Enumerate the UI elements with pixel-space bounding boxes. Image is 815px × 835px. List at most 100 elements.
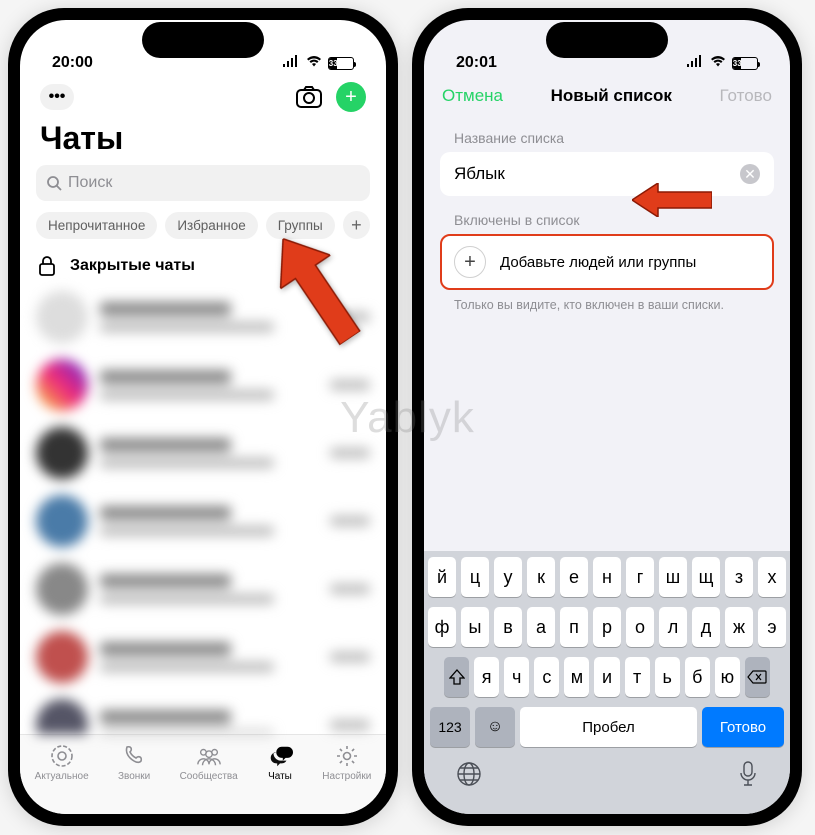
annotation-arrow xyxy=(632,183,712,222)
key[interactable]: м xyxy=(564,657,589,697)
phone-icon xyxy=(121,743,147,769)
done-button[interactable]: Готово xyxy=(719,86,772,106)
tab-communities[interactable]: Сообщества xyxy=(180,743,238,782)
search-icon xyxy=(46,175,62,191)
tab-calls[interactable]: Звонки xyxy=(118,743,150,782)
wifi-icon xyxy=(709,54,727,72)
key[interactable]: б xyxy=(685,657,710,697)
chip-favorites[interactable]: Избранное xyxy=(165,212,257,239)
key[interactable]: р xyxy=(593,607,621,647)
keyboard-footer xyxy=(428,753,786,810)
key[interactable]: й xyxy=(428,557,456,597)
emoji-icon: ☺ xyxy=(487,718,503,736)
plus-icon: + xyxy=(345,86,357,109)
key[interactable]: ш xyxy=(659,557,687,597)
key[interactable]: э xyxy=(758,607,786,647)
chip-unread[interactable]: Непрочитанное xyxy=(36,212,157,239)
modal-header: Отмена Новый список Готово xyxy=(424,76,790,114)
phone-frame-right: 20:01 33 Отмена Новый список Готово Назв… xyxy=(412,8,802,826)
key[interactable]: с xyxy=(534,657,559,697)
page-title: Чаты xyxy=(20,116,386,165)
cancel-button[interactable]: Отмена xyxy=(442,86,503,106)
key[interactable]: п xyxy=(560,607,588,647)
lock-icon xyxy=(36,256,58,276)
search-placeholder: Поиск xyxy=(68,174,112,192)
add-filter-button[interactable]: + xyxy=(343,211,370,239)
key[interactable]: а xyxy=(527,607,555,647)
phone-frame-left: 20:00 33 ••• + xyxy=(8,8,398,826)
updates-icon xyxy=(49,743,75,769)
key[interactable]: з xyxy=(725,557,753,597)
plus-circle-icon: + xyxy=(454,246,486,278)
camera-button[interactable] xyxy=(294,85,324,109)
new-chat-button[interactable]: + xyxy=(336,82,366,112)
status-icons: 33 xyxy=(282,54,354,72)
tab-settings[interactable]: Настройки xyxy=(322,743,371,782)
numbers-key[interactable]: 123 xyxy=(430,707,470,747)
shift-key[interactable] xyxy=(444,657,469,697)
key[interactable]: ж xyxy=(725,607,753,647)
chat-item[interactable] xyxy=(20,351,386,419)
key[interactable]: ф xyxy=(428,607,456,647)
keyboard-row-1: й ц у к е н г ш щ з х xyxy=(428,557,786,597)
tab-chats[interactable]: Чаты xyxy=(267,743,293,782)
key[interactable]: л xyxy=(659,607,687,647)
chat-item[interactable] xyxy=(20,623,386,691)
name-section-label: Название списка xyxy=(424,114,790,152)
chats-icon xyxy=(267,743,293,769)
mic-key[interactable] xyxy=(738,761,758,792)
key[interactable]: ч xyxy=(504,657,529,697)
chat-item[interactable] xyxy=(20,555,386,623)
key[interactable]: ь xyxy=(655,657,680,697)
key[interactable]: я xyxy=(474,657,499,697)
avatar xyxy=(36,359,88,411)
chat-item[interactable] xyxy=(20,691,386,734)
mic-icon xyxy=(738,761,758,787)
key[interactable]: в xyxy=(494,607,522,647)
key[interactable]: ц xyxy=(461,557,489,597)
key[interactable]: н xyxy=(593,557,621,597)
dynamic-island xyxy=(142,22,264,58)
wifi-icon xyxy=(305,54,323,72)
backspace-icon xyxy=(747,670,767,684)
emoji-key[interactable]: ☺ xyxy=(475,707,515,747)
communities-icon xyxy=(196,743,222,769)
filter-chips: Непрочитанное Избранное Группы + xyxy=(20,211,386,249)
tab-updates[interactable]: Актуальное xyxy=(35,743,89,782)
submit-key[interactable]: Готово xyxy=(702,707,784,747)
keyboard-row-2: ф ы в а п р о л д ж э xyxy=(428,607,786,647)
backspace-key[interactable] xyxy=(745,657,770,697)
status-time: 20:01 xyxy=(456,54,497,72)
key[interactable]: ю xyxy=(715,657,740,697)
shift-icon xyxy=(449,669,465,685)
key[interactable]: д xyxy=(692,607,720,647)
keyboard-row-3: я ч с м и т ь б ю xyxy=(428,657,786,697)
cellular-icon xyxy=(282,54,300,72)
key[interactable]: х xyxy=(758,557,786,597)
more-button[interactable]: ••• xyxy=(40,84,74,110)
locked-chats-label: Закрытые чаты xyxy=(70,257,195,275)
add-people-button[interactable]: + Добавьте людей или группы xyxy=(440,234,774,290)
search-input[interactable]: Поиск xyxy=(36,165,370,201)
key[interactable]: о xyxy=(626,607,654,647)
key[interactable]: г xyxy=(626,557,654,597)
key[interactable]: щ xyxy=(692,557,720,597)
key[interactable]: и xyxy=(594,657,619,697)
privacy-hint: Только вы видите, кто включен в ваши спи… xyxy=(424,290,790,320)
avatar xyxy=(36,291,88,343)
list-name-input[interactable]: Яблык ✕ xyxy=(440,152,774,196)
x-icon: ✕ xyxy=(744,166,756,183)
avatar xyxy=(36,631,88,683)
key[interactable]: к xyxy=(527,557,555,597)
space-key[interactable]: Пробел xyxy=(520,707,697,747)
chat-item[interactable] xyxy=(20,487,386,555)
key[interactable]: ы xyxy=(461,607,489,647)
key[interactable]: т xyxy=(625,657,650,697)
key[interactable]: у xyxy=(494,557,522,597)
clear-button[interactable]: ✕ xyxy=(740,164,760,184)
key[interactable]: е xyxy=(560,557,588,597)
chat-item[interactable] xyxy=(20,419,386,487)
globe-key[interactable] xyxy=(456,761,482,792)
status-icons: 33 xyxy=(686,54,758,72)
add-people-label: Добавьте людей или группы xyxy=(500,254,696,271)
